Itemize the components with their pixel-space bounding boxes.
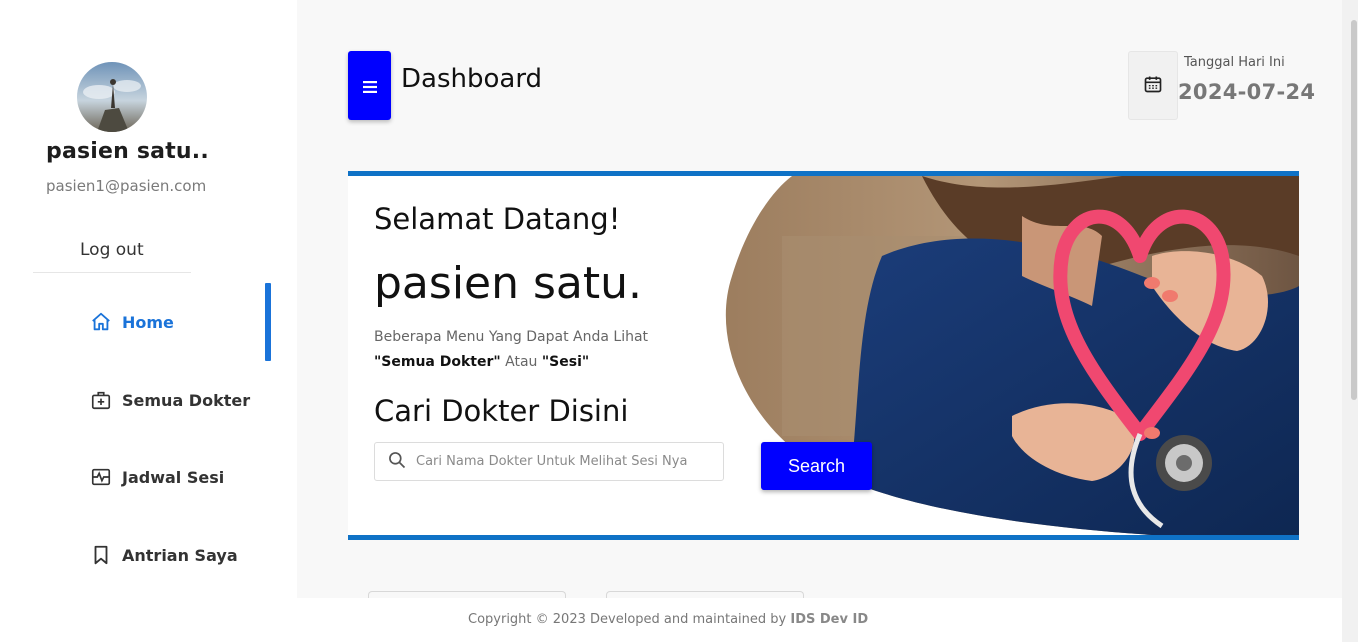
hint-option-semua-dokter: "Semua Dokter" — [374, 354, 501, 370]
sidebar-item-label: Jadwal Sesi — [122, 467, 225, 487]
sidebar-item-jadwal-sesi[interactable]: Jadwal Sesi — [90, 466, 224, 488]
menu-icon — [362, 74, 377, 98]
schedule-icon — [90, 466, 112, 488]
welcome-banner: Selamat Datang! pasien satu. Beberapa Me… — [348, 171, 1299, 540]
page-title: Dashboard — [401, 64, 543, 94]
main-content: Dashboard Tanggal Hari Ini 2024-07-24 Se… — [297, 0, 1342, 603]
sidebar-item-home[interactable]: Home — [90, 311, 174, 333]
sidebar-item-label: Antrian Saya — [122, 545, 238, 565]
menu-toggle-button[interactable] — [348, 51, 391, 120]
footer-copyright: Copyright © 2023 Developed and maintaine… — [468, 612, 868, 627]
hint-or: Atau — [500, 354, 542, 370]
sidebar-item-semua-dokter[interactable]: Semua Dokter — [90, 389, 250, 411]
search-input[interactable] — [416, 454, 706, 469]
search-box — [374, 442, 724, 481]
medical-kit-icon — [90, 389, 112, 411]
bookmark-icon — [90, 544, 112, 566]
profile-name: pasien satu.. — [46, 139, 209, 164]
search-icon — [387, 450, 407, 474]
sidebar-item-label: Home — [122, 312, 174, 332]
logout-button[interactable]: Log out — [80, 240, 144, 260]
active-indicator — [265, 283, 271, 361]
patient-name-heading: pasien satu. — [374, 258, 642, 309]
avatar[interactable] — [77, 62, 147, 132]
search-heading: Cari Dokter Disini — [374, 394, 629, 428]
calendar-box — [1128, 51, 1178, 120]
sidebar-item-label: Semua Dokter — [122, 390, 251, 410]
footer: Copyright © 2023 Developed and maintaine… — [0, 598, 1342, 642]
hint-text: Beberapa Menu Yang Dapat Anda Lihat — [374, 329, 649, 345]
profile-email: pasien1@pasien.com — [46, 177, 207, 195]
scrollbar-thumb[interactable] — [1351, 20, 1357, 400]
hint-options: "Semua Dokter" Atau "Sesi" — [374, 354, 589, 370]
welcome-heading: Selamat Datang! — [374, 202, 621, 236]
date-value: 2024-07-24 — [1178, 80, 1316, 104]
copyright-text: Copyright © 2023 Developed and maintaine… — [468, 612, 791, 627]
sidebar: pasien satu.. pasien1@pasien.com Log out… — [0, 0, 297, 598]
footer-brand: IDS Dev ID — [790, 612, 869, 627]
calendar-icon — [1143, 74, 1163, 98]
search-button[interactable]: Search — [761, 442, 872, 490]
divider — [33, 272, 191, 273]
home-icon — [90, 311, 112, 333]
sidebar-item-antrian-saya[interactable]: Antrian Saya — [90, 544, 238, 566]
app-root: pasien satu.. pasien1@pasien.com Log out… — [0, 0, 1358, 642]
hint-option-sesi: "Sesi" — [541, 354, 590, 370]
date-label: Tanggal Hari Ini — [1184, 55, 1285, 70]
